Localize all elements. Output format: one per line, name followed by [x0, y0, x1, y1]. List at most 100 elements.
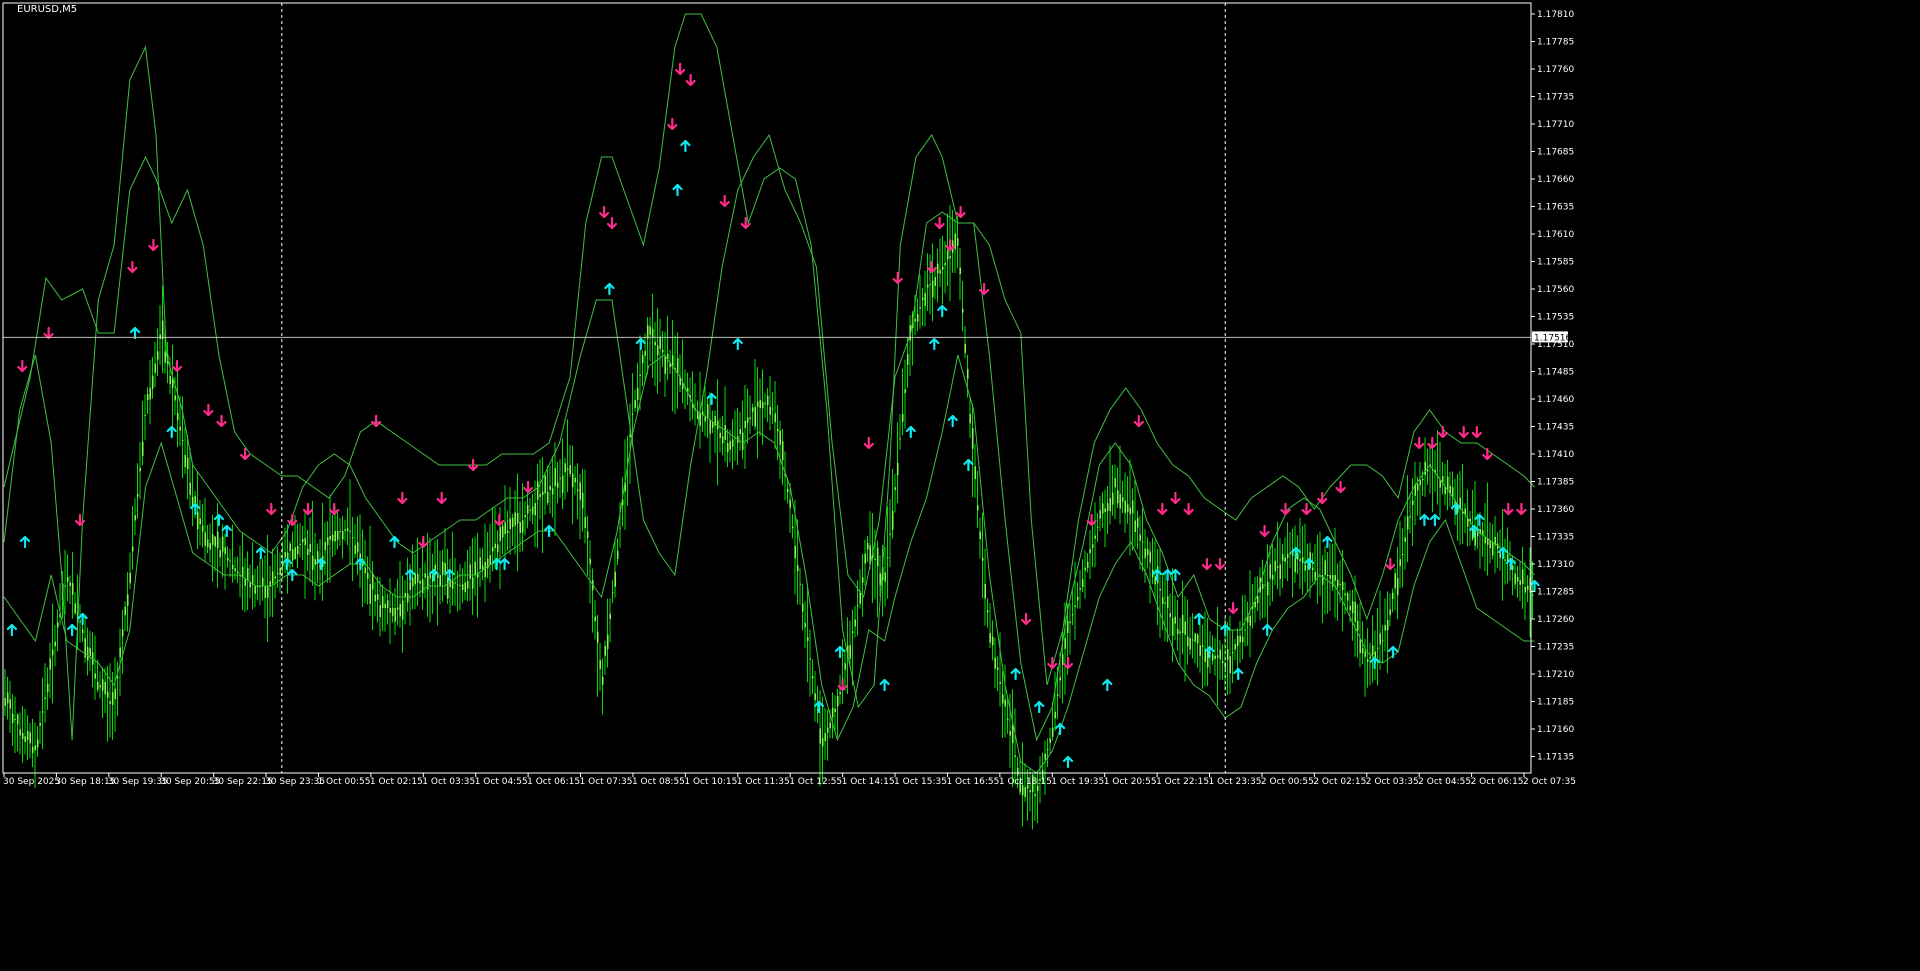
candle-body	[604, 646, 606, 656]
candle-body	[1216, 655, 1219, 658]
y-tick-label: 1.17785	[1537, 38, 1574, 48]
candle-body	[1394, 573, 1396, 589]
candle-body	[606, 634, 609, 650]
candle-body	[14, 719, 16, 721]
candle-body	[1254, 601, 1256, 608]
candle-body	[644, 351, 646, 356]
y-tick-label: 1.17610	[1537, 230, 1574, 240]
candle-body	[576, 489, 579, 491]
candle-body	[981, 557, 984, 561]
candle-body	[819, 728, 821, 744]
x-tick-label: 2 Oct 06:15	[1471, 777, 1524, 787]
candle-body	[1161, 597, 1164, 605]
candle-body	[36, 739, 39, 748]
candle-body	[1116, 490, 1119, 504]
candle-body	[944, 263, 946, 266]
y-tick-label: 1.17810	[1537, 10, 1574, 20]
candle-body	[1269, 564, 1271, 579]
candle-body	[584, 517, 586, 529]
candle-body	[711, 422, 714, 428]
candle-body	[539, 494, 541, 497]
candle-body	[856, 605, 859, 607]
y-tick-label: 1.17710	[1537, 120, 1574, 130]
candle-body	[1001, 694, 1004, 704]
candle-body	[1034, 793, 1036, 796]
candle-body	[1261, 584, 1264, 589]
candle-body	[646, 324, 649, 339]
candle-body	[774, 413, 776, 423]
candle-body	[101, 679, 104, 691]
candle-body	[124, 606, 126, 616]
candle-body	[1131, 500, 1134, 514]
candle-body	[559, 478, 561, 480]
candle-body	[811, 676, 814, 679]
candle-body	[514, 512, 516, 526]
candle-body	[956, 238, 959, 246]
candle-body	[941, 266, 944, 270]
chart-canvas[interactable]: 1.17135 1.17160 1.17185 1.17210 1.17235 1.172…	[0, 0, 1920, 967]
candle-body	[554, 468, 556, 487]
candle-body	[764, 403, 766, 405]
candle-body	[564, 463, 566, 473]
candle-body	[721, 436, 724, 444]
candle-body	[661, 349, 664, 353]
candle-body	[211, 534, 214, 545]
candle-body	[836, 696, 839, 707]
candle-body	[184, 455, 186, 467]
candle-body	[41, 711, 44, 713]
candle-body	[839, 691, 841, 695]
candle-body	[739, 429, 741, 435]
candle-body	[1376, 647, 1379, 649]
candle-body	[1004, 699, 1006, 707]
candle-body	[1199, 645, 1201, 656]
candle-body	[139, 467, 141, 472]
candle-body	[456, 584, 459, 586]
candle-body	[1226, 649, 1229, 660]
candle-body	[289, 543, 291, 551]
candle-body	[349, 531, 351, 533]
candle-body	[706, 404, 709, 419]
candle-body	[1114, 478, 1116, 488]
candle-body	[519, 522, 521, 533]
candle-body	[99, 685, 101, 688]
candle-body	[246, 568, 249, 581]
candle-body	[529, 509, 531, 511]
candle-body	[889, 533, 891, 535]
candle-body	[56, 622, 59, 628]
price-chart[interactable]: 1.17135 1.17160 1.17185 1.17210 1.17235 1.172…	[0, 0, 1920, 967]
candle-body	[1006, 718, 1009, 721]
candle-body	[1089, 548, 1091, 554]
candle-body	[726, 442, 729, 453]
candle-body	[809, 658, 811, 660]
candle-body	[509, 518, 511, 529]
candle-body	[1171, 618, 1174, 636]
candle-body	[254, 585, 256, 594]
candle-body	[261, 577, 264, 586]
candle-body	[611, 592, 614, 594]
candle-body	[1139, 534, 1141, 541]
candle-body	[34, 745, 36, 751]
candle-body	[1064, 638, 1066, 649]
candle-body	[939, 270, 941, 274]
candle-body	[934, 277, 936, 286]
candle-body	[364, 567, 366, 574]
candle-body	[186, 457, 189, 469]
candle-body	[719, 432, 721, 438]
candle-body	[156, 351, 159, 360]
candle-body	[149, 388, 151, 400]
candle-body	[104, 681, 106, 695]
candle-body	[1266, 581, 1269, 596]
candle-body	[276, 573, 279, 575]
candle-body	[499, 526, 501, 541]
candle-body	[159, 334, 161, 339]
candle-body	[1176, 628, 1179, 635]
candle-body	[1236, 635, 1239, 646]
candle-body	[541, 491, 544, 496]
candle-body	[749, 417, 751, 419]
candle-body	[119, 647, 121, 658]
candle-body	[1426, 469, 1429, 472]
candle-body	[424, 573, 426, 578]
candle-body	[111, 692, 114, 705]
candle-body	[1074, 605, 1076, 608]
y-tick-label: 1.17310	[1537, 560, 1574, 570]
